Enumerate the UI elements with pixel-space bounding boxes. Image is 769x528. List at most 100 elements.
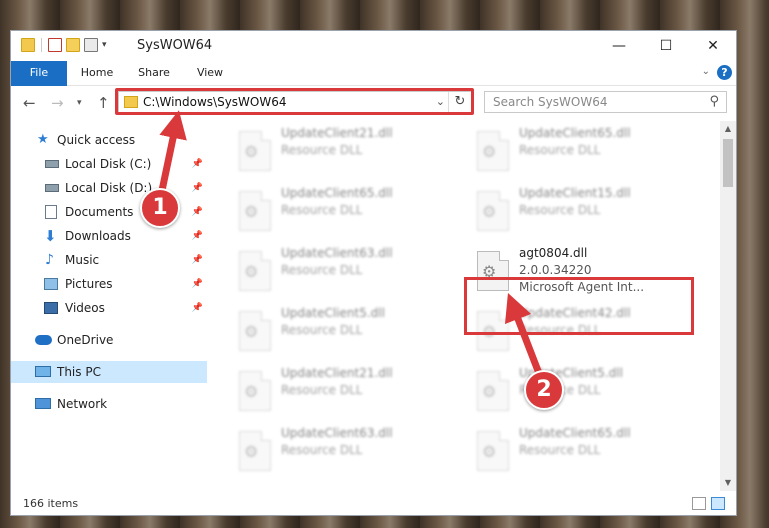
scroll-down-arrow-icon[interactable]: ▼ [720, 475, 736, 491]
file-description: Resource DLL [281, 203, 363, 217]
gear-icon: ⚙ [244, 382, 259, 401]
properties-icon[interactable] [84, 38, 98, 52]
ribbon-tabs: File Home Share View ⌄ ? [11, 61, 736, 113]
network-icon [35, 398, 51, 409]
sidebar-item-quick-access[interactable]: ★ Quick access [11, 129, 207, 151]
gear-icon: ⚙ [244, 322, 259, 341]
sidebar-item-local-disk-d[interactable]: Local Disk (D:) 📌 [11, 177, 207, 199]
step-2-badge: 2 [524, 370, 564, 410]
file-name: UpdateClient65.dll [519, 126, 631, 140]
forward-arrow-icon[interactable]: → [51, 94, 64, 112]
gear-icon: ⚙ [244, 142, 259, 161]
sidebar-item-label: Local Disk (C:) [65, 157, 152, 171]
file-description: Resource DLL [519, 203, 601, 217]
gear-icon: ⚙ [244, 262, 259, 281]
file-name: UpdateClient63.dll [281, 426, 393, 440]
search-placeholder: Search SysWOW64 [493, 95, 608, 109]
download-arrow-icon: ⬇ [44, 227, 57, 245]
sidebar-item-label: This PC [57, 365, 101, 379]
file-name: agt0804.dll [519, 246, 588, 260]
sidebar-item-label: Pictures [65, 277, 113, 291]
list-item[interactable]: ⚙ UpdateClient65.dll Resource DLL [471, 425, 691, 477]
new-folder-icon[interactable] [66, 38, 80, 52]
sidebar-item-network[interactable]: Network [11, 393, 207, 415]
file-description: Resource DLL [281, 143, 363, 157]
navigation-pane: ★ Quick access Local Disk (C:) 📌 Local D… [11, 121, 207, 491]
recent-locations-chevron-icon[interactable]: ▾ [77, 98, 82, 108]
gear-icon: ⚙ [482, 142, 497, 161]
list-item[interactable]: ⚙ UpdateClient63.dll Resource DLL [233, 245, 453, 297]
sidebar-item-pictures[interactable]: Pictures 📌 [11, 273, 207, 295]
quick-access-toolbar: ▾ [21, 38, 107, 52]
list-item[interactable]: ⚙ UpdateClient65.dll Resource DLL [233, 185, 453, 237]
sidebar-item-videos[interactable]: Videos 📌 [11, 297, 207, 319]
back-arrow-icon[interactable]: ← [23, 94, 36, 112]
pin-icon[interactable]: 📌 [192, 297, 203, 319]
sidebar-item-this-pc[interactable]: This PC [11, 361, 207, 383]
scrollbar-thumb[interactable] [723, 139, 733, 187]
list-item[interactable]: ⚙ UpdateClient65.dll Resource DLL [471, 125, 691, 177]
file-description: Resource DLL [281, 323, 363, 337]
pin-icon[interactable]: 📌 [192, 249, 203, 271]
sidebar-item-label: OneDrive [57, 333, 114, 347]
list-item[interactable]: ⚙ UpdateClient21.dll Resource DLL [233, 365, 453, 417]
maximize-button[interactable]: ☐ [643, 31, 689, 61]
expand-ribbon-chevron-icon[interactable]: ⌄ [702, 66, 710, 77]
sidebar-item-label: Videos [65, 301, 105, 315]
pin-icon[interactable]: 📌 [192, 153, 203, 175]
sidebar-item-local-disk-c[interactable]: Local Disk (C:) 📌 [11, 153, 207, 175]
sidebar-item-onedrive[interactable]: OneDrive [11, 329, 207, 351]
address-bar-highlight [115, 88, 474, 115]
list-item[interactable]: ⚙ UpdateClient21.dll Resource DLL [233, 125, 453, 177]
close-button[interactable]: ✕ [690, 31, 736, 61]
folder-icon[interactable] [21, 38, 35, 52]
gear-icon: ⚙ [244, 202, 259, 221]
scroll-up-arrow-icon[interactable]: ▲ [720, 121, 736, 137]
window-title: SysWOW64 [137, 38, 213, 53]
drive-icon [45, 160, 59, 168]
vertical-scrollbar[interactable]: ▲ ▼ [720, 121, 736, 491]
pin-icon[interactable]: 📌 [192, 177, 203, 199]
sidebar-item-label: Music [65, 253, 100, 267]
file-description: Resource DLL [281, 383, 363, 397]
toolbar-divider [41, 38, 42, 52]
drive-icon [45, 184, 59, 192]
minimize-button[interactable]: — [596, 31, 642, 61]
file-version: 2.0.0.34220 [519, 263, 592, 277]
list-item[interactable]: ⚙ UpdateClient15.dll Resource DLL [471, 185, 691, 237]
title-bar: ▾ SysWOW64 — ☐ ✕ [11, 31, 736, 61]
cloud-icon [35, 335, 52, 345]
pin-icon[interactable]: 📌 [192, 225, 203, 247]
tiles-view-icon[interactable] [711, 497, 725, 510]
documents-icon [45, 205, 57, 219]
sidebar-item-label: Network [57, 397, 108, 411]
step-1-badge: 1 [140, 188, 180, 228]
gear-icon: ⚙ [482, 202, 497, 221]
properties-check-icon[interactable] [48, 38, 62, 52]
sidebar-item-label: Documents [65, 205, 134, 219]
pin-icon[interactable]: 📌 [192, 273, 203, 295]
file-description: Resource DLL [281, 443, 363, 457]
tab-share[interactable]: Share [129, 61, 179, 85]
file-name: UpdateClient15.dll [519, 186, 631, 200]
customize-toolbar-chevron-icon[interactable]: ▾ [102, 40, 107, 50]
details-view-icon[interactable] [692, 497, 706, 510]
tab-view[interactable]: View [187, 61, 233, 85]
list-item[interactable]: ⚙ UpdateClient5.dll Resource DLL [471, 365, 691, 417]
pictures-icon [44, 278, 58, 290]
pin-icon[interactable]: 📌 [192, 201, 203, 223]
search-box[interactable]: Search SysWOW64 ⚲ [484, 91, 727, 113]
status-bar: 166 items [11, 493, 736, 515]
explorer-window: ▾ SysWOW64 — ☐ ✕ File Home Share View ⌄ … [10, 30, 737, 516]
item-count: 166 items [23, 497, 79, 510]
computer-icon [35, 366, 51, 377]
sidebar-item-downloads[interactable]: ⬇ Downloads 📌 [11, 225, 207, 247]
help-icon[interactable]: ? [717, 65, 732, 80]
list-item[interactable]: ⚙ UpdateClient5.dll Resource DLL [233, 305, 453, 357]
tab-home[interactable]: Home [73, 61, 121, 85]
list-item[interactable]: ⚙ UpdateClient63.dll Resource DLL [233, 425, 453, 477]
up-arrow-icon[interactable]: ↑ [97, 94, 110, 112]
sidebar-item-music[interactable]: ♪ Music 📌 [11, 249, 207, 271]
search-icon[interactable]: ⚲ [709, 94, 719, 109]
file-name: UpdateClient63.dll [281, 246, 393, 260]
